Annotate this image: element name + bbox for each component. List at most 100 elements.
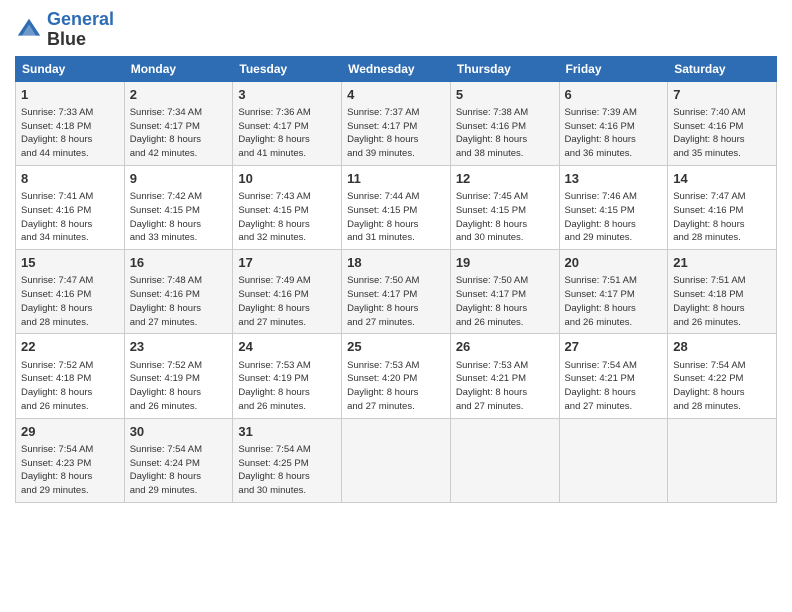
day-of-week-header: Saturday bbox=[668, 56, 777, 81]
day-info: Sunrise: 7:54 AM Sunset: 4:25 PM Dayligh… bbox=[238, 443, 336, 498]
logo-text: GeneralBlue bbox=[47, 10, 114, 50]
day-number: 17 bbox=[238, 254, 336, 272]
calendar-day-cell: 11 Sunrise: 7:44 AM Sunset: 4:15 PM Dayli… bbox=[342, 165, 451, 249]
calendar-day-cell bbox=[450, 418, 559, 502]
calendar-week-row: 22 Sunrise: 7:52 AM Sunset: 4:18 PM Dayli… bbox=[16, 334, 777, 418]
calendar-day-cell: 8Sunrise: 7:41 AM Sunset: 4:16 PM Daylig… bbox=[16, 165, 125, 249]
calendar-day-cell: 19 Sunrise: 7:50 AM Sunset: 4:17 PM Dayli… bbox=[450, 250, 559, 334]
calendar-header-row: SundayMondayTuesdayWednesdayThursdayFrid… bbox=[16, 56, 777, 81]
logo: GeneralBlue bbox=[15, 10, 114, 50]
calendar-day-cell: 10 Sunrise: 7:43 AM Sunset: 4:15 PM Dayli… bbox=[233, 165, 342, 249]
day-info: Sunrise: 7:51 AM Sunset: 4:17 PM Dayligh… bbox=[565, 274, 663, 329]
day-number: 10 bbox=[238, 170, 336, 188]
day-number: 22 bbox=[21, 338, 119, 356]
day-info: Sunrise: 7:54 AM Sunset: 4:21 PM Dayligh… bbox=[565, 359, 663, 414]
calendar-week-row: 8Sunrise: 7:41 AM Sunset: 4:16 PM Daylig… bbox=[16, 165, 777, 249]
day-of-week-header: Friday bbox=[559, 56, 668, 81]
day-number: 28 bbox=[673, 338, 771, 356]
day-info: Sunrise: 7:51 AM Sunset: 4:18 PM Dayligh… bbox=[673, 274, 771, 329]
day-number: 16 bbox=[130, 254, 228, 272]
calendar-day-cell: 12 Sunrise: 7:45 AM Sunset: 4:15 PM Dayli… bbox=[450, 165, 559, 249]
day-info: Sunrise: 7:39 AM Sunset: 4:16 PM Dayligh… bbox=[565, 106, 663, 161]
day-number: 30 bbox=[130, 423, 228, 441]
day-info: Sunrise: 7:38 AM Sunset: 4:16 PM Dayligh… bbox=[456, 106, 554, 161]
day-of-week-header: Monday bbox=[124, 56, 233, 81]
calendar-day-cell: 29 Sunrise: 7:54 AM Sunset: 4:23 PM Dayli… bbox=[16, 418, 125, 502]
day-info: Sunrise: 7:46 AM Sunset: 4:15 PM Dayligh… bbox=[565, 190, 663, 245]
day-info: Sunrise: 7:54 AM Sunset: 4:24 PM Dayligh… bbox=[130, 443, 228, 498]
main-container: GeneralBlue SundayMondayTuesdayWednesday… bbox=[0, 0, 792, 513]
calendar-day-cell: 2 Sunrise: 7:34 AM Sunset: 4:17 PM Daylig… bbox=[124, 81, 233, 165]
day-number: 24 bbox=[238, 338, 336, 356]
day-info: Sunrise: 7:36 AM Sunset: 4:17 PM Dayligh… bbox=[238, 106, 336, 161]
calendar-day-cell: 3 Sunrise: 7:36 AM Sunset: 4:17 PM Daylig… bbox=[233, 81, 342, 165]
logo-icon bbox=[15, 16, 43, 44]
calendar-day-cell: 6 Sunrise: 7:39 AM Sunset: 4:16 PM Daylig… bbox=[559, 81, 668, 165]
day-info: Sunrise: 7:49 AM Sunset: 4:16 PM Dayligh… bbox=[238, 274, 336, 329]
calendar-day-cell: 30 Sunrise: 7:54 AM Sunset: 4:24 PM Dayli… bbox=[124, 418, 233, 502]
day-number: 29 bbox=[21, 423, 119, 441]
day-number: 8 bbox=[21, 170, 119, 188]
calendar-day-cell: 27 Sunrise: 7:54 AM Sunset: 4:21 PM Dayli… bbox=[559, 334, 668, 418]
day-of-week-header: Wednesday bbox=[342, 56, 451, 81]
calendar-day-cell: 14Sunrise: 7:47 AM Sunset: 4:16 PM Dayli… bbox=[668, 165, 777, 249]
day-info: Sunrise: 7:42 AM Sunset: 4:15 PM Dayligh… bbox=[130, 190, 228, 245]
calendar-day-cell: 25 Sunrise: 7:53 AM Sunset: 4:20 PM Dayli… bbox=[342, 334, 451, 418]
header-row: GeneralBlue bbox=[15, 10, 777, 50]
day-number: 26 bbox=[456, 338, 554, 356]
day-number: 11 bbox=[347, 170, 445, 188]
day-number: 15 bbox=[21, 254, 119, 272]
calendar-day-cell: 28 Sunrise: 7:54 AM Sunset: 4:22 PM Dayli… bbox=[668, 334, 777, 418]
day-number: 13 bbox=[565, 170, 663, 188]
day-info: Sunrise: 7:37 AM Sunset: 4:17 PM Dayligh… bbox=[347, 106, 445, 161]
day-info: Sunrise: 7:52 AM Sunset: 4:19 PM Dayligh… bbox=[130, 359, 228, 414]
day-info: Sunrise: 7:52 AM Sunset: 4:18 PM Dayligh… bbox=[21, 359, 119, 414]
calendar-week-row: 1Sunrise: 7:33 AM Sunset: 4:18 PM Daylig… bbox=[16, 81, 777, 165]
calendar-day-cell: 13 Sunrise: 7:46 AM Sunset: 4:15 PM Dayli… bbox=[559, 165, 668, 249]
day-number: 14 bbox=[673, 170, 771, 188]
day-number: 31 bbox=[238, 423, 336, 441]
day-info: Sunrise: 7:34 AM Sunset: 4:17 PM Dayligh… bbox=[130, 106, 228, 161]
calendar-day-cell: 17 Sunrise: 7:49 AM Sunset: 4:16 PM Dayli… bbox=[233, 250, 342, 334]
day-number: 18 bbox=[347, 254, 445, 272]
calendar-day-cell: 21Sunrise: 7:51 AM Sunset: 4:18 PM Dayli… bbox=[668, 250, 777, 334]
calendar-day-cell: 18 Sunrise: 7:50 AM Sunset: 4:17 PM Dayli… bbox=[342, 250, 451, 334]
day-info: Sunrise: 7:45 AM Sunset: 4:15 PM Dayligh… bbox=[456, 190, 554, 245]
day-info: Sunrise: 7:54 AM Sunset: 4:23 PM Dayligh… bbox=[21, 443, 119, 498]
calendar-day-cell: 26Sunrise: 7:53 AM Sunset: 4:21 PM Dayli… bbox=[450, 334, 559, 418]
day-info: Sunrise: 7:40 AM Sunset: 4:16 PM Dayligh… bbox=[673, 106, 771, 161]
day-info: Sunrise: 7:50 AM Sunset: 4:17 PM Dayligh… bbox=[456, 274, 554, 329]
calendar-day-cell: 31 Sunrise: 7:54 AM Sunset: 4:25 PM Dayli… bbox=[233, 418, 342, 502]
day-number: 20 bbox=[565, 254, 663, 272]
day-info: Sunrise: 7:47 AM Sunset: 4:16 PM Dayligh… bbox=[21, 274, 119, 329]
day-number: 23 bbox=[130, 338, 228, 356]
day-number: 25 bbox=[347, 338, 445, 356]
day-info: Sunrise: 7:44 AM Sunset: 4:15 PM Dayligh… bbox=[347, 190, 445, 245]
calendar-day-cell: 15 Sunrise: 7:47 AM Sunset: 4:16 PM Dayli… bbox=[16, 250, 125, 334]
day-of-week-header: Tuesday bbox=[233, 56, 342, 81]
calendar-week-row: 29 Sunrise: 7:54 AM Sunset: 4:23 PM Dayli… bbox=[16, 418, 777, 502]
calendar-day-cell: 16Sunrise: 7:48 AM Sunset: 4:16 PM Dayli… bbox=[124, 250, 233, 334]
day-info: Sunrise: 7:53 AM Sunset: 4:20 PM Dayligh… bbox=[347, 359, 445, 414]
day-info: Sunrise: 7:54 AM Sunset: 4:22 PM Dayligh… bbox=[673, 359, 771, 414]
calendar-day-cell bbox=[668, 418, 777, 502]
calendar-day-cell: 4Sunrise: 7:37 AM Sunset: 4:17 PM Daylig… bbox=[342, 81, 451, 165]
day-info: Sunrise: 7:50 AM Sunset: 4:17 PM Dayligh… bbox=[347, 274, 445, 329]
calendar-day-cell: 7Sunrise: 7:40 AM Sunset: 4:16 PM Daylig… bbox=[668, 81, 777, 165]
day-info: Sunrise: 7:33 AM Sunset: 4:18 PM Dayligh… bbox=[21, 106, 119, 161]
calendar-day-cell: 1Sunrise: 7:33 AM Sunset: 4:18 PM Daylig… bbox=[16, 81, 125, 165]
day-info: Sunrise: 7:43 AM Sunset: 4:15 PM Dayligh… bbox=[238, 190, 336, 245]
day-number: 3 bbox=[238, 86, 336, 104]
day-number: 6 bbox=[565, 86, 663, 104]
calendar-day-cell: 23 Sunrise: 7:52 AM Sunset: 4:19 PM Dayli… bbox=[124, 334, 233, 418]
day-of-week-header: Thursday bbox=[450, 56, 559, 81]
calendar-day-cell bbox=[342, 418, 451, 502]
calendar-day-cell: 9Sunrise: 7:42 AM Sunset: 4:15 PM Daylig… bbox=[124, 165, 233, 249]
calendar-day-cell: 24Sunrise: 7:53 AM Sunset: 4:19 PM Dayli… bbox=[233, 334, 342, 418]
day-number: 27 bbox=[565, 338, 663, 356]
day-number: 19 bbox=[456, 254, 554, 272]
day-number: 5 bbox=[456, 86, 554, 104]
day-number: 12 bbox=[456, 170, 554, 188]
day-number: 2 bbox=[130, 86, 228, 104]
calendar-day-cell: 20 Sunrise: 7:51 AM Sunset: 4:17 PM Dayli… bbox=[559, 250, 668, 334]
